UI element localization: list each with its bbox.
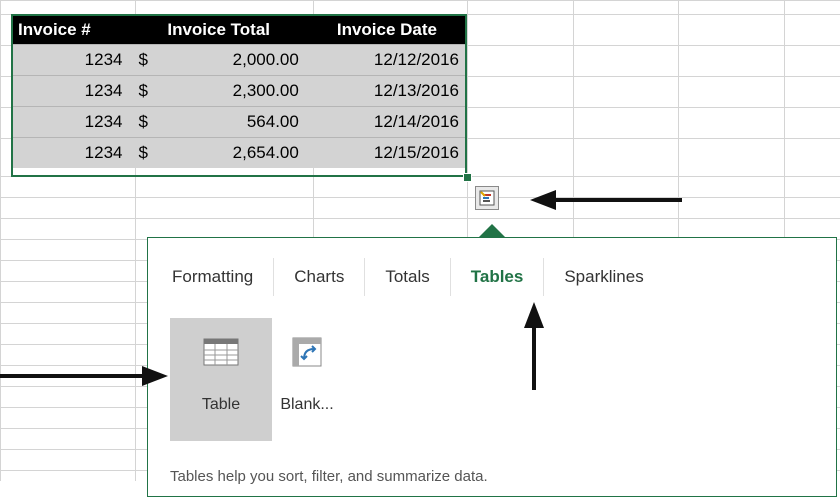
total-cell[interactable]: $2,000.00	[130, 44, 307, 76]
tab-charts[interactable]: Charts	[274, 258, 366, 296]
arrow-right-icon	[0, 366, 168, 386]
pivot-table-icon	[292, 337, 322, 367]
total-cell[interactable]: $564.00	[130, 106, 307, 138]
panel-pointer	[478, 224, 506, 238]
total-cell[interactable]: $2,654.00	[130, 137, 307, 168]
table-row: 1234 $2,654.00 12/15/2016	[12, 137, 467, 168]
arrow-left-icon	[530, 190, 682, 210]
currency-symbol: $	[138, 81, 148, 100]
invoice-cell[interactable]: 1234	[12, 137, 131, 168]
invoice-table: Invoice # Invoice Total Invoice Date 123…	[12, 15, 467, 168]
tab-formatting[interactable]: Formatting	[170, 258, 275, 296]
header-invoice-date[interactable]: Invoice Date	[306, 15, 467, 45]
total-value: 2,300.00	[232, 81, 299, 100]
header-invoice-number[interactable]: Invoice #	[12, 15, 131, 45]
row-divider	[0, 176, 840, 177]
header-invoice-total[interactable]: Invoice Total	[130, 15, 307, 45]
blank-pivot-option-label: Blank...	[280, 396, 334, 413]
total-value: 2,654.00	[232, 143, 299, 162]
invoice-cell[interactable]: 1234	[12, 75, 131, 107]
tab-sparklines[interactable]: Sparklines	[544, 258, 663, 296]
table-option[interactable]: Table	[170, 318, 272, 441]
fill-handle[interactable]	[463, 173, 472, 182]
date-cell[interactable]: 12/13/2016	[306, 75, 467, 107]
date-cell[interactable]: 12/12/2016	[306, 44, 467, 76]
row-divider	[0, 197, 840, 198]
tab-totals[interactable]: Totals	[365, 258, 451, 296]
date-cell[interactable]: 12/14/2016	[306, 106, 467, 138]
quick-analysis-button[interactable]	[475, 186, 499, 210]
currency-symbol: $	[138, 50, 148, 69]
tab-tables[interactable]: Tables	[451, 258, 545, 296]
panel-description: Tables help you sort, filter, and summar…	[170, 468, 488, 485]
total-value: 564.00	[246, 112, 299, 131]
blank-pivot-option[interactable]: Blank...	[272, 318, 342, 441]
currency-symbol: $	[138, 143, 148, 162]
quick-analysis-icon	[479, 190, 495, 206]
table-row: 1234 $2,300.00 12/13/2016	[12, 75, 467, 107]
invoice-cell[interactable]: 1234	[12, 44, 131, 76]
arrow-up-icon	[524, 302, 544, 390]
table-row: 1234 $2,000.00 12/12/2016	[12, 44, 467, 76]
row-divider	[0, 218, 840, 219]
table-icon	[203, 338, 239, 366]
quick-analysis-panel: Formatting Charts Totals Tables Sparklin…	[147, 237, 837, 497]
currency-symbol: $	[138, 112, 148, 131]
table-option-label: Table	[201, 396, 241, 413]
quick-analysis-tabs: Formatting Charts Totals Tables Sparklin…	[170, 258, 664, 296]
total-cell[interactable]: $2,300.00	[130, 75, 307, 107]
table-row: 1234 $564.00 12/14/2016	[12, 106, 467, 138]
total-value: 2,000.00	[232, 50, 299, 69]
table-header-row: Invoice # Invoice Total Invoice Date	[12, 15, 467, 45]
date-cell[interactable]: 12/15/2016	[306, 137, 467, 168]
invoice-cell[interactable]: 1234	[12, 106, 131, 138]
